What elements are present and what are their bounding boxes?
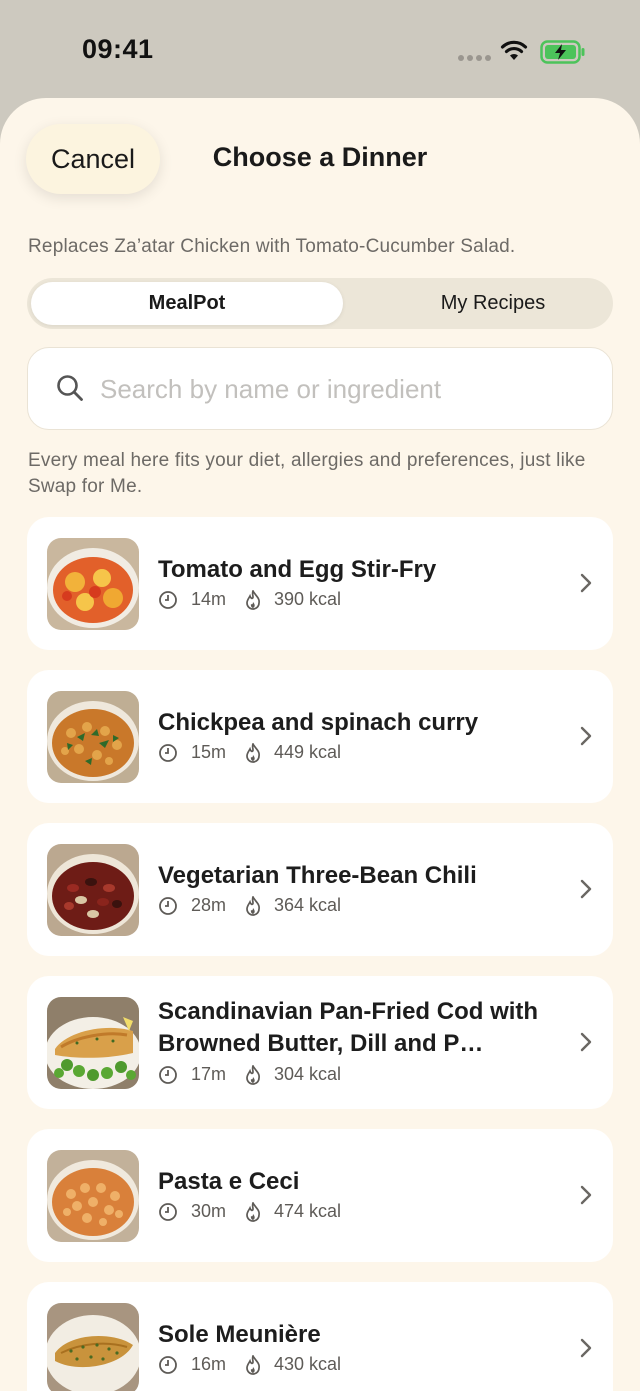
- chickpea-spinach-curry-photo: [47, 691, 139, 783]
- meal-time: 15m: [191, 742, 227, 762]
- search-box[interactable]: [27, 347, 613, 430]
- meal-meta: 28m 364 kcal: [158, 895, 341, 916]
- replacement-subtitle: Replaces Za’atar Chicken with Tomato-Cuc…: [28, 236, 516, 257]
- tab-my-recipes[interactable]: My Recipes: [347, 282, 639, 325]
- status-bar: 09:41: [0, 0, 640, 98]
- meal-title: Pasta e Ceci: [158, 1168, 300, 1195]
- meal-meta: 15m 449 kcal: [158, 742, 341, 763]
- flame-icon: [246, 1354, 260, 1375]
- meal-card[interactable]: Vegetarian Three-Bean Chili 28m 364 kcal: [27, 823, 613, 956]
- flame-icon: [246, 589, 260, 610]
- meal-calories: 364 kcal: [274, 895, 342, 915]
- pan-fried-cod-photo: [47, 997, 139, 1089]
- search-icon: [57, 375, 83, 401]
- clock-icon: [159, 1355, 177, 1374]
- clock-icon: [159, 896, 177, 915]
- meal-card[interactable]: Sole Meunière 16m 430 kcal: [27, 1282, 613, 1391]
- chevron-right-icon: [580, 1185, 592, 1205]
- chevron-right-icon: [580, 726, 592, 746]
- cellular-signal-icon: [458, 55, 491, 61]
- chevron-right-icon: [580, 1032, 592, 1052]
- tomato-egg-stir-fry-photo: [47, 538, 139, 630]
- meal-calories: 449 kcal: [274, 742, 342, 762]
- diet-fit-note: Every meal here fits your diet, allergie…: [28, 450, 586, 497]
- chevron-right-icon: [580, 1338, 592, 1358]
- meal-title: Chickpea and spinach curry: [158, 709, 479, 736]
- flame-icon: [246, 742, 260, 763]
- meal-calories: 474 kcal: [274, 1201, 342, 1221]
- meal-title: Scandinavian Pan-Fried Cod with Browned …: [158, 998, 539, 1057]
- meal-meta: 17m 304 kcal: [158, 1064, 341, 1085]
- meal-time: 17m: [191, 1064, 227, 1084]
- meal-time: 14m: [191, 589, 227, 609]
- tab-mealpot[interactable]: MealPot: [31, 282, 343, 325]
- source-tabs: MealPot My Recipes: [27, 278, 613, 329]
- flame-icon: [246, 1064, 260, 1085]
- meal-title: Vegetarian Three-Bean Chili: [158, 862, 477, 889]
- flame-icon: [246, 1201, 260, 1222]
- clock-icon: [159, 1065, 177, 1084]
- flame-icon: [246, 895, 260, 916]
- clock-icon: [159, 1202, 177, 1221]
- battery-charging-icon: [540, 40, 585, 64]
- meal-title: Sole Meunière: [158, 1321, 321, 1348]
- meal-calories: 304 kcal: [274, 1064, 342, 1084]
- meal-card[interactable]: Chickpea and spinach curry 15m 449 kcal: [27, 670, 613, 803]
- pasta-e-ceci-photo: [47, 1150, 139, 1242]
- meal-time: 28m: [191, 895, 227, 915]
- dinner-picker-sheet: Cancel Choose a Dinner Replaces Za’atar …: [0, 98, 640, 1391]
- meal-card[interactable]: Tomato and Egg Stir-Fry 14m 390 kcal: [27, 517, 613, 650]
- clock-icon: [159, 743, 177, 762]
- clock-icon: [159, 590, 177, 609]
- status-time: 09:41: [82, 34, 154, 64]
- wifi-icon: [500, 40, 528, 60]
- sole-meuniere-photo: [47, 1303, 139, 1391]
- meal-meta: 30m 474 kcal: [158, 1201, 341, 1222]
- meal-meta: 14m 390 kcal: [158, 589, 341, 610]
- meal-meta: 16m 430 kcal: [158, 1354, 341, 1375]
- meal-calories: 430 kcal: [274, 1354, 342, 1374]
- three-bean-chili-photo: [47, 844, 139, 936]
- meal-card[interactable]: Scandinavian Pan-Fried Cod with Browned …: [27, 976, 613, 1109]
- meal-card[interactable]: Pasta e Ceci 30m 474 kcal: [27, 1129, 613, 1262]
- page-title: Choose a Dinner: [212, 142, 428, 172]
- chevron-right-icon: [580, 573, 592, 593]
- meal-time: 16m: [191, 1354, 227, 1374]
- meal-time: 30m: [191, 1201, 227, 1221]
- chevron-right-icon: [580, 879, 592, 899]
- meal-title: Tomato and Egg Stir-Fry: [158, 556, 437, 583]
- search-input[interactable]: [98, 364, 582, 414]
- meal-calories: 390 kcal: [274, 589, 342, 609]
